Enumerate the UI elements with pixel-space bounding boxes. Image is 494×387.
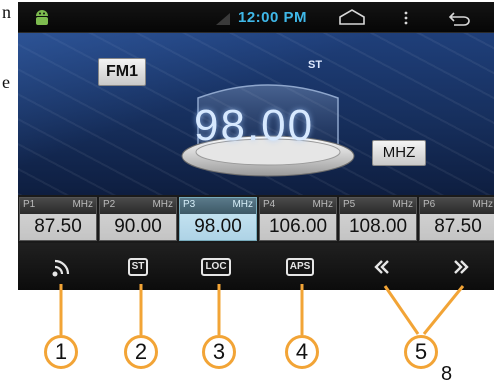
preset-frequency: 98.00	[194, 216, 242, 237]
preset-unit: MHz	[472, 199, 493, 210]
local-button[interactable]: LOC	[196, 253, 236, 281]
preset-button-2[interactable]: P2 MHz 90.00	[99, 197, 177, 241]
callout-4: 4	[285, 335, 319, 369]
seek-back-button[interactable]	[362, 253, 402, 281]
preset-unit: MHz	[152, 199, 173, 210]
preset-bar: P1 MHz 87.50 P2 MHz 90.00 P3 MHz 98.00 P…	[18, 195, 494, 243]
st-icon: ST	[127, 258, 149, 276]
status-bar: 12:00 PM	[18, 2, 494, 33]
aps-button[interactable]: APS	[280, 253, 320, 281]
preset-label: P6	[423, 199, 436, 210]
callout-2: 2	[124, 335, 158, 369]
callout-lines	[59, 284, 465, 335]
double-chevron-right-icon	[454, 260, 469, 274]
preset-unit: MHz	[312, 199, 333, 210]
band-indicator[interactable]: FM1	[98, 58, 146, 86]
preset-button-4[interactable]: P4 MHz 106.00	[259, 197, 337, 241]
signal-icon	[216, 12, 230, 30]
preset-frequency: 87.50	[34, 216, 82, 237]
unit-indicator: MHZ	[372, 140, 426, 166]
stereo-indicator: ST	[308, 59, 323, 71]
double-chevron-left-icon	[374, 260, 389, 274]
band-button[interactable]	[42, 253, 82, 281]
preset-unit: MHz	[232, 199, 253, 210]
seek-forward-button[interactable]	[441, 253, 481, 281]
preset-header: P2 MHz	[100, 198, 176, 214]
preset-label: P2	[103, 199, 116, 210]
page-text-fragment: e	[2, 72, 10, 92]
preset-header: P3 MHz	[180, 198, 256, 214]
android-notification-icon	[32, 8, 52, 26]
back-icon[interactable]	[446, 9, 472, 32]
preset-button-5[interactable]: P5 MHz 108.00	[339, 197, 417, 241]
callout-annotations: 1 2 3 4 5	[0, 280, 494, 387]
preset-header: P5 MHz	[340, 198, 416, 214]
stereo-button[interactable]: ST	[118, 253, 158, 281]
frequency-display: 98.00	[194, 101, 315, 150]
menu-icon[interactable]	[402, 9, 410, 32]
radio-main-panel: FM1 ST 98.00 MHZ	[18, 33, 494, 195]
preset-label: P4	[263, 199, 276, 210]
preset-unit: MHz	[392, 199, 413, 210]
preset-label: P1	[23, 199, 36, 210]
status-time: 12:00 PM	[238, 9, 308, 26]
callout-5: 5	[404, 335, 438, 369]
preset-frequency: 106.00	[268, 216, 328, 237]
preset-label: P5	[343, 199, 356, 210]
preset-button-3[interactable]: P3 MHz 98.00	[179, 197, 257, 241]
preset-button-1[interactable]: P1 MHz 87.50	[19, 197, 97, 241]
aps-icon: APS	[285, 258, 315, 276]
preset-header: P1 MHz	[20, 198, 96, 214]
callout-3: 3	[202, 335, 236, 369]
preset-frequency: 87.50	[434, 216, 482, 237]
callout-1: 1	[44, 335, 78, 369]
home-icon[interactable]	[338, 8, 366, 31]
preset-header: P4 MHz	[260, 198, 336, 214]
loc-icon: LOC	[201, 258, 231, 276]
page-text-fragment: n	[2, 2, 11, 22]
preset-frequency: 108.00	[348, 216, 408, 237]
preset-frequency: 90.00	[114, 216, 162, 237]
preset-label: P3	[183, 199, 196, 210]
signal-arc-icon	[52, 259, 70, 277]
radio-screen: 12:00 PM FM1 ST 98.00 MHZ P1 MHz 87.50 P…	[18, 2, 494, 290]
preset-button-6[interactable]: P6 MHz 87.50	[419, 197, 494, 241]
preset-header: P6 MHz	[420, 198, 494, 214]
preset-unit: MHz	[72, 199, 93, 210]
